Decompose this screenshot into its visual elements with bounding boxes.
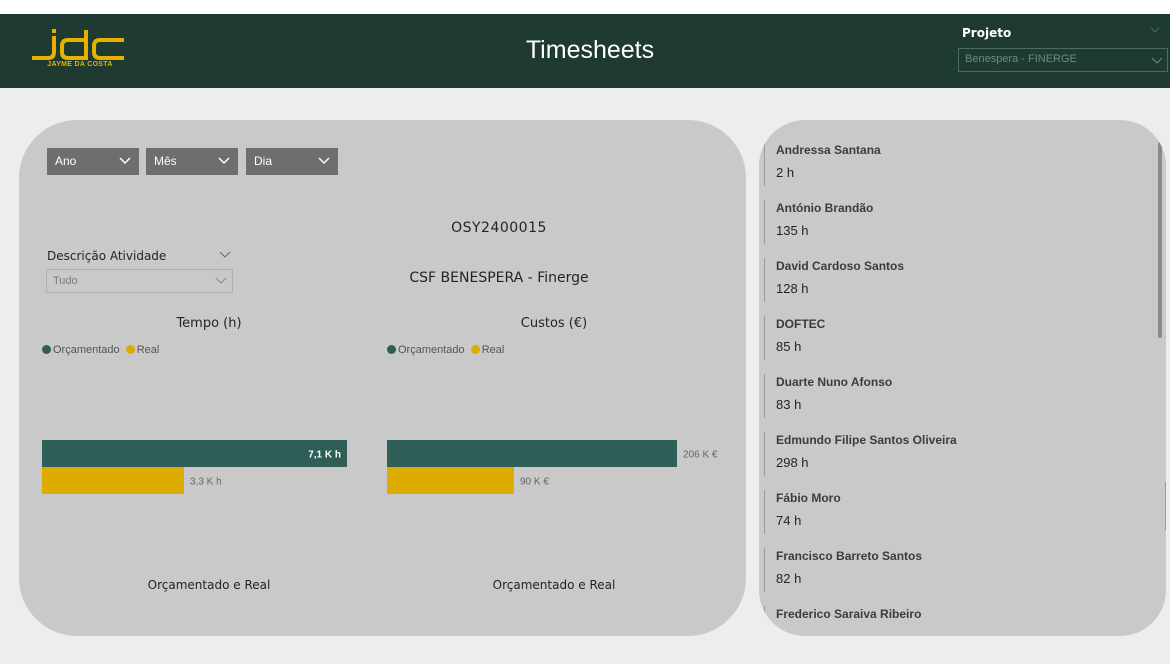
mes-dropdown-label: Mês — [154, 154, 177, 168]
list-item[interactable]: Frederico Saraiva Ribeiro — [764, 604, 1154, 636]
summary-panel: Ano Mês Dia OSY2400015 Descrição Ativida… — [19, 120, 746, 636]
person-name: Edmundo Filipe Santos Oliveira — [776, 433, 957, 447]
page-title: Timesheets — [525, 36, 655, 64]
people-list: Andressa Santana 2 h António Brandão 135 h D… — [764, 140, 1154, 636]
person-name: Frederico Saraiva Ribeiro — [776, 607, 922, 621]
chevron-down-icon — [318, 157, 330, 165]
bar-real[interactable] — [42, 467, 184, 494]
list-item[interactable]: Fábio Moro 74 h — [764, 488, 1154, 546]
person-hours: 85 h — [776, 339, 802, 354]
card-accent-line — [764, 142, 765, 186]
custos-chart-xlabel: Orçamentado e Real — [492, 578, 616, 592]
data-label: 90 K € — [520, 477, 549, 488]
descricao-atividade-value: Tudo — [53, 275, 78, 287]
person-name: Francisco Barreto Santos — [776, 549, 923, 563]
person-hours: 83 h — [776, 397, 802, 412]
chevron-down-icon[interactable] — [1149, 24, 1161, 36]
tempo-chart-xlabel: Orçamentado e Real — [147, 578, 271, 592]
person-name: Andressa Santana — [776, 143, 881, 157]
top-strip — [0, 0, 1170, 14]
company-name: CSF BENESPERA - Finerge — [409, 270, 589, 286]
bar-oramentado[interactable] — [42, 440, 347, 467]
jdc-logo — [32, 29, 124, 60]
ano-dropdown[interactable]: Ano — [47, 148, 139, 175]
projeto-label: Projeto — [962, 26, 1012, 40]
list-item[interactable]: Edmundo Filipe Santos Oliveira 298 h — [764, 430, 1154, 488]
card-accent-line — [764, 432, 765, 476]
custos-chart-legend: Orçamentado Real — [387, 344, 504, 356]
data-label: 3,3 K h — [190, 477, 222, 488]
person-hours: 2 h — [776, 165, 795, 180]
mes-dropdown[interactable]: Mês — [146, 148, 238, 175]
data-label: 206 K € — [683, 450, 718, 461]
legend-label-real: Real — [136, 344, 160, 356]
card-accent-line — [764, 374, 765, 418]
list-item[interactable]: Francisco Barreto Santos 82 h — [764, 546, 1154, 604]
chevron-down-icon — [119, 157, 131, 165]
dia-dropdown[interactable]: Dia — [246, 148, 338, 175]
list-item[interactable]: Andressa Santana 2 h — [764, 140, 1154, 198]
dia-dropdown-label: Dia — [254, 154, 273, 168]
bar-real[interactable] — [387, 467, 514, 494]
chevron-down-icon — [215, 277, 227, 284]
bar-oramentado[interactable] — [387, 440, 677, 467]
legend-label-orcamentado: Orçamentado — [53, 344, 120, 356]
person-hours: 298 h — [776, 455, 809, 470]
legend-label-real: Real — [481, 344, 505, 356]
ano-dropdown-label: Ano — [55, 154, 77, 168]
logo-subtitle: JAYME DA COSTA — [47, 61, 113, 68]
person-hours: 82 h — [776, 571, 802, 586]
list-item[interactable]: Duarte Nuno Afonso 83 h — [764, 372, 1154, 430]
list-item[interactable]: António Brandão 135 h — [764, 198, 1154, 256]
header-bar: JAYME DA COSTA Timesheets Projeto Benesp… — [0, 14, 1170, 88]
person-name: David Cardoso Santos — [776, 259, 905, 273]
legend-dot-orcamentado — [387, 345, 396, 354]
person-hours: 135 h — [776, 223, 809, 238]
scrollbar[interactable] — [1158, 142, 1162, 338]
person-name: Duarte Nuno Afonso — [776, 375, 893, 389]
person-name: António Brandão — [776, 201, 874, 215]
descricao-atividade-dropdown[interactable]: Tudo — [46, 269, 233, 293]
legend-dot-real — [470, 345, 480, 354]
data-label: 7,1 K h — [308, 450, 341, 461]
tempo-bar-chart: 7,1 K h 3,3 K h — [42, 440, 347, 494]
person-hours: 74 h — [776, 513, 802, 528]
timesheets-page: JAYME DA COSTA Timesheets Projeto Benesp… — [0, 0, 1170, 664]
person-name: DOFTEC — [776, 317, 826, 331]
person-name: Fábio Moro — [776, 491, 841, 505]
projeto-dropdown[interactable]: Benespera - FINERGE — [958, 48, 1168, 72]
tempo-chart-title: Tempo (h) — [176, 316, 242, 331]
card-accent-line — [764, 258, 765, 302]
tempo-chart-legend: Orçamentado Real — [42, 344, 159, 356]
list-item[interactable]: David Cardoso Santos 128 h — [764, 256, 1154, 314]
chevron-down-icon — [1151, 57, 1163, 64]
projeto-dropdown-value: Benespera - FINERGE — [965, 53, 1077, 65]
chevron-down-icon — [218, 157, 230, 165]
people-hours-panel: Andressa Santana 2 h António Brandão 135 h D… — [759, 120, 1166, 636]
legend-dot-real — [125, 345, 135, 354]
legend-dot-orcamentado — [42, 345, 51, 354]
custos-bar-chart: 206 K € 90 K € — [387, 440, 718, 494]
person-hours: 128 h — [776, 281, 809, 296]
card-accent-line — [764, 200, 765, 244]
card-accent-line — [764, 316, 765, 360]
chevron-down-icon[interactable] — [219, 250, 231, 260]
legend-label-orcamentado: Orçamentado — [398, 344, 465, 356]
list-item[interactable]: DOFTEC 85 h — [764, 314, 1154, 372]
card-accent-line — [764, 490, 765, 534]
descricao-atividade-label: Descrição Atividade — [47, 249, 167, 263]
card-accent-line — [764, 548, 765, 592]
card-accent-line — [764, 606, 765, 636]
project-code: OSY2400015 — [451, 220, 547, 236]
scrollbar-track — [1165, 482, 1166, 530]
custos-chart-title: Custos (€) — [520, 316, 588, 331]
